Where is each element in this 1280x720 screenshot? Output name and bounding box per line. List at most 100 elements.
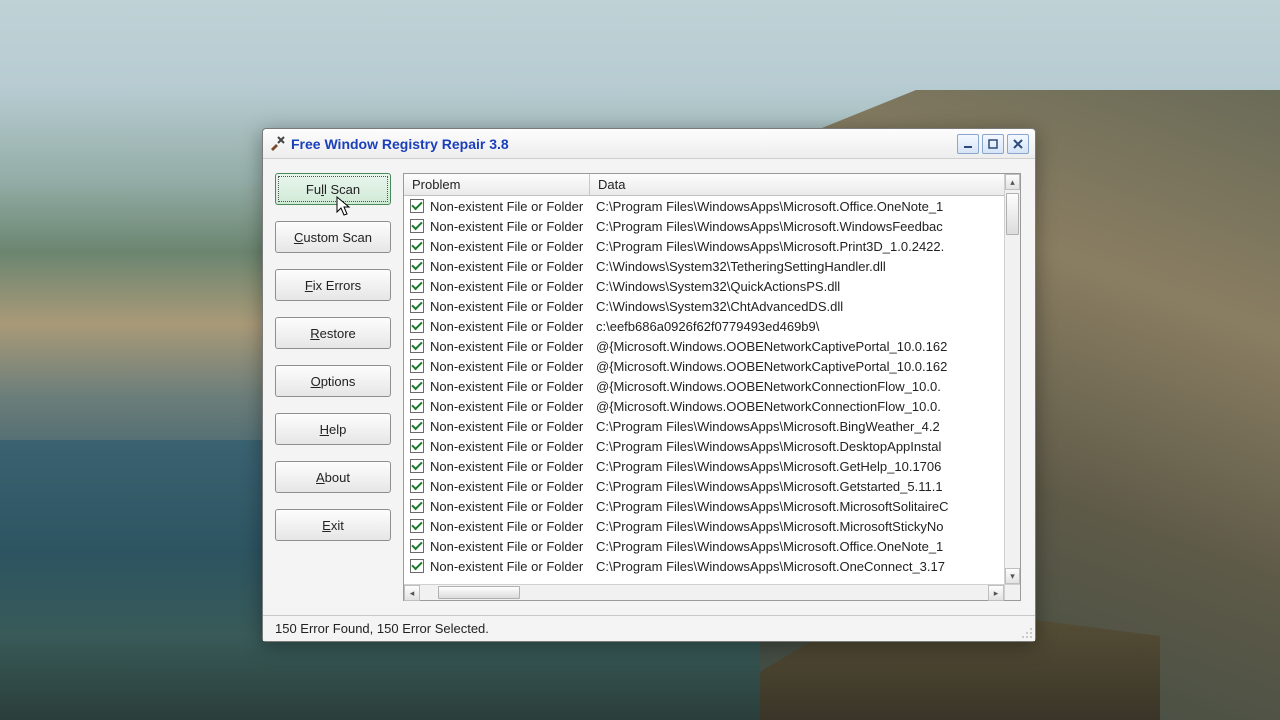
- table-row[interactable]: Non-existent File or Folder@{Microsoft.W…: [404, 376, 1020, 396]
- cell-data: @{Microsoft.Windows.OOBENetworkCaptivePo…: [596, 359, 1020, 374]
- cursor-icon: [336, 196, 352, 218]
- row-checkbox[interactable]: [410, 499, 424, 513]
- cell-data: c:\eefb686a0926f62f0779493ed469b9\: [596, 319, 1020, 334]
- cell-problem: Non-existent File or Folder: [430, 379, 596, 394]
- horizontal-scroll-thumb[interactable]: [438, 586, 520, 599]
- table-row[interactable]: Non-existent File or FolderC:\Program Fi…: [404, 496, 1020, 516]
- row-checkbox[interactable]: [410, 459, 424, 473]
- cell-problem: Non-existent File or Folder: [430, 339, 596, 354]
- table-row[interactable]: Non-existent File or FolderC:\Program Fi…: [404, 216, 1020, 236]
- row-checkbox[interactable]: [410, 479, 424, 493]
- sidebar-button-fix-errors[interactable]: Fix Errors: [275, 269, 391, 301]
- minimize-button[interactable]: [957, 134, 979, 154]
- maximize-button[interactable]: [982, 134, 1004, 154]
- sidebar-button-options[interactable]: Options: [275, 365, 391, 397]
- row-checkbox[interactable]: [410, 519, 424, 533]
- column-headers: Problem Data: [404, 174, 1020, 196]
- table-row[interactable]: Non-existent File or Folder@{Microsoft.W…: [404, 336, 1020, 356]
- results-list: Problem Data Non-existent File or Folder…: [403, 173, 1021, 601]
- cell-problem: Non-existent File or Folder: [430, 519, 596, 534]
- row-checkbox[interactable]: [410, 219, 424, 233]
- status-text: 150 Error Found, 150 Error Selected.: [275, 621, 489, 636]
- window-title: Free Window Registry Repair 3.8: [291, 136, 957, 152]
- client-area: Full Scan Custom Scan Fix Errors Restore Opt…: [263, 159, 1035, 615]
- table-row[interactable]: Non-existent File or FolderC:\Program Fi…: [404, 416, 1020, 436]
- cell-data: C:\Windows\System32\TetheringSettingHand…: [596, 259, 1020, 274]
- cell-problem: Non-existent File or Folder: [430, 319, 596, 334]
- sidebar-button-exit[interactable]: Exit: [275, 509, 391, 541]
- cell-problem: Non-existent File or Folder: [430, 419, 596, 434]
- row-checkbox[interactable]: [410, 419, 424, 433]
- cell-problem: Non-existent File or Folder: [430, 439, 596, 454]
- table-row[interactable]: Non-existent File or FolderC:\Program Fi…: [404, 196, 1020, 216]
- cell-problem: Non-existent File or Folder: [430, 399, 596, 414]
- cell-data: C:\Program Files\WindowsApps\Microsoft.O…: [596, 199, 1020, 214]
- table-row[interactable]: Non-existent File or Folder@{Microsoft.W…: [404, 396, 1020, 416]
- titlebar[interactable]: Free Window Registry Repair 3.8: [263, 129, 1035, 159]
- cell-data: C:\Windows\System32\QuickActionsPS.dll: [596, 279, 1020, 294]
- table-row[interactable]: Non-existent File or FolderC:\Windows\Sy…: [404, 296, 1020, 316]
- table-row[interactable]: Non-existent File or Folderc:\eefb686a09…: [404, 316, 1020, 336]
- cell-data: C:\Windows\System32\ChtAdvancedDS.dll: [596, 299, 1020, 314]
- vertical-scroll-track[interactable]: [1005, 190, 1020, 568]
- close-button[interactable]: [1007, 134, 1029, 154]
- cell-data: C:\Program Files\WindowsApps\Microsoft.M…: [596, 519, 1020, 534]
- scroll-left-button[interactable]: ◂: [404, 585, 420, 601]
- table-row[interactable]: Non-existent File or FolderC:\Windows\Sy…: [404, 276, 1020, 296]
- sidebar: Full Scan Custom Scan Fix Errors Restore Opt…: [263, 159, 403, 615]
- row-checkbox[interactable]: [410, 339, 424, 353]
- cell-problem: Non-existent File or Folder: [430, 279, 596, 294]
- horizontal-scroll-track[interactable]: [420, 585, 988, 600]
- cell-problem: Non-existent File or Folder: [430, 459, 596, 474]
- row-checkbox[interactable]: [410, 359, 424, 373]
- cell-problem: Non-existent File or Folder: [430, 479, 596, 494]
- sidebar-button-about[interactable]: About: [275, 461, 391, 493]
- row-checkbox[interactable]: [410, 559, 424, 573]
- resize-grip-icon[interactable]: [1019, 625, 1033, 639]
- table-row[interactable]: Non-existent File or Folder@{Microsoft.W…: [404, 356, 1020, 376]
- table-row[interactable]: Non-existent File or FolderC:\Program Fi…: [404, 516, 1020, 536]
- cell-problem: Non-existent File or Folder: [430, 559, 596, 574]
- cell-problem: Non-existent File or Folder: [430, 539, 596, 554]
- rows-container: Non-existent File or FolderC:\Program Fi…: [404, 196, 1020, 600]
- table-row[interactable]: Non-existent File or FolderC:\Program Fi…: [404, 236, 1020, 256]
- scroll-corner: [1004, 584, 1020, 600]
- cell-data: C:\Program Files\WindowsApps\Microsoft.B…: [596, 419, 1020, 434]
- vertical-scrollbar[interactable]: ▴ ▾: [1004, 174, 1020, 584]
- row-checkbox[interactable]: [410, 239, 424, 253]
- sidebar-button-help[interactable]: Help: [275, 413, 391, 445]
- row-checkbox[interactable]: [410, 279, 424, 293]
- table-row[interactable]: Non-existent File or FolderC:\Program Fi…: [404, 556, 1020, 576]
- cell-data: C:\Program Files\WindowsApps\Microsoft.G…: [596, 479, 1020, 494]
- column-header-data[interactable]: Data: [590, 174, 1020, 195]
- scroll-right-button[interactable]: ▸: [988, 585, 1004, 601]
- sidebar-button-full-scan[interactable]: Full Scan: [275, 173, 391, 205]
- status-bar: 150 Error Found, 150 Error Selected.: [263, 615, 1035, 641]
- table-row[interactable]: Non-existent File or FolderC:\Windows\Sy…: [404, 256, 1020, 276]
- table-row[interactable]: Non-existent File or FolderC:\Program Fi…: [404, 476, 1020, 496]
- cell-problem: Non-existent File or Folder: [430, 499, 596, 514]
- row-checkbox[interactable]: [410, 199, 424, 213]
- row-checkbox[interactable]: [410, 299, 424, 313]
- vertical-scroll-thumb[interactable]: [1006, 193, 1019, 235]
- cell-data: @{Microsoft.Windows.OOBENetworkConnectio…: [596, 379, 1020, 394]
- row-checkbox[interactable]: [410, 539, 424, 553]
- table-row[interactable]: Non-existent File or FolderC:\Program Fi…: [404, 536, 1020, 556]
- cell-data: C:\Program Files\WindowsApps\Microsoft.M…: [596, 499, 1020, 514]
- row-checkbox[interactable]: [410, 319, 424, 333]
- sidebar-button-restore[interactable]: Restore: [275, 317, 391, 349]
- app-window: Free Window Registry Repair 3.8 Full Sca…: [262, 128, 1036, 642]
- scroll-up-button[interactable]: ▴: [1005, 174, 1020, 190]
- column-header-problem[interactable]: Problem: [404, 174, 590, 195]
- cell-data: C:\Program Files\WindowsApps\Microsoft.G…: [596, 459, 1020, 474]
- row-checkbox[interactable]: [410, 439, 424, 453]
- row-checkbox[interactable]: [410, 259, 424, 273]
- row-checkbox[interactable]: [410, 399, 424, 413]
- row-checkbox[interactable]: [410, 379, 424, 393]
- sidebar-button-custom-scan[interactable]: Custom Scan: [275, 221, 391, 253]
- cell-data: C:\Program Files\WindowsApps\Microsoft.P…: [596, 239, 1020, 254]
- table-row[interactable]: Non-existent File or FolderC:\Program Fi…: [404, 436, 1020, 456]
- horizontal-scrollbar[interactable]: ◂ ▸: [404, 584, 1004, 600]
- table-row[interactable]: Non-existent File or FolderC:\Program Fi…: [404, 456, 1020, 476]
- scroll-down-button[interactable]: ▾: [1005, 568, 1020, 584]
